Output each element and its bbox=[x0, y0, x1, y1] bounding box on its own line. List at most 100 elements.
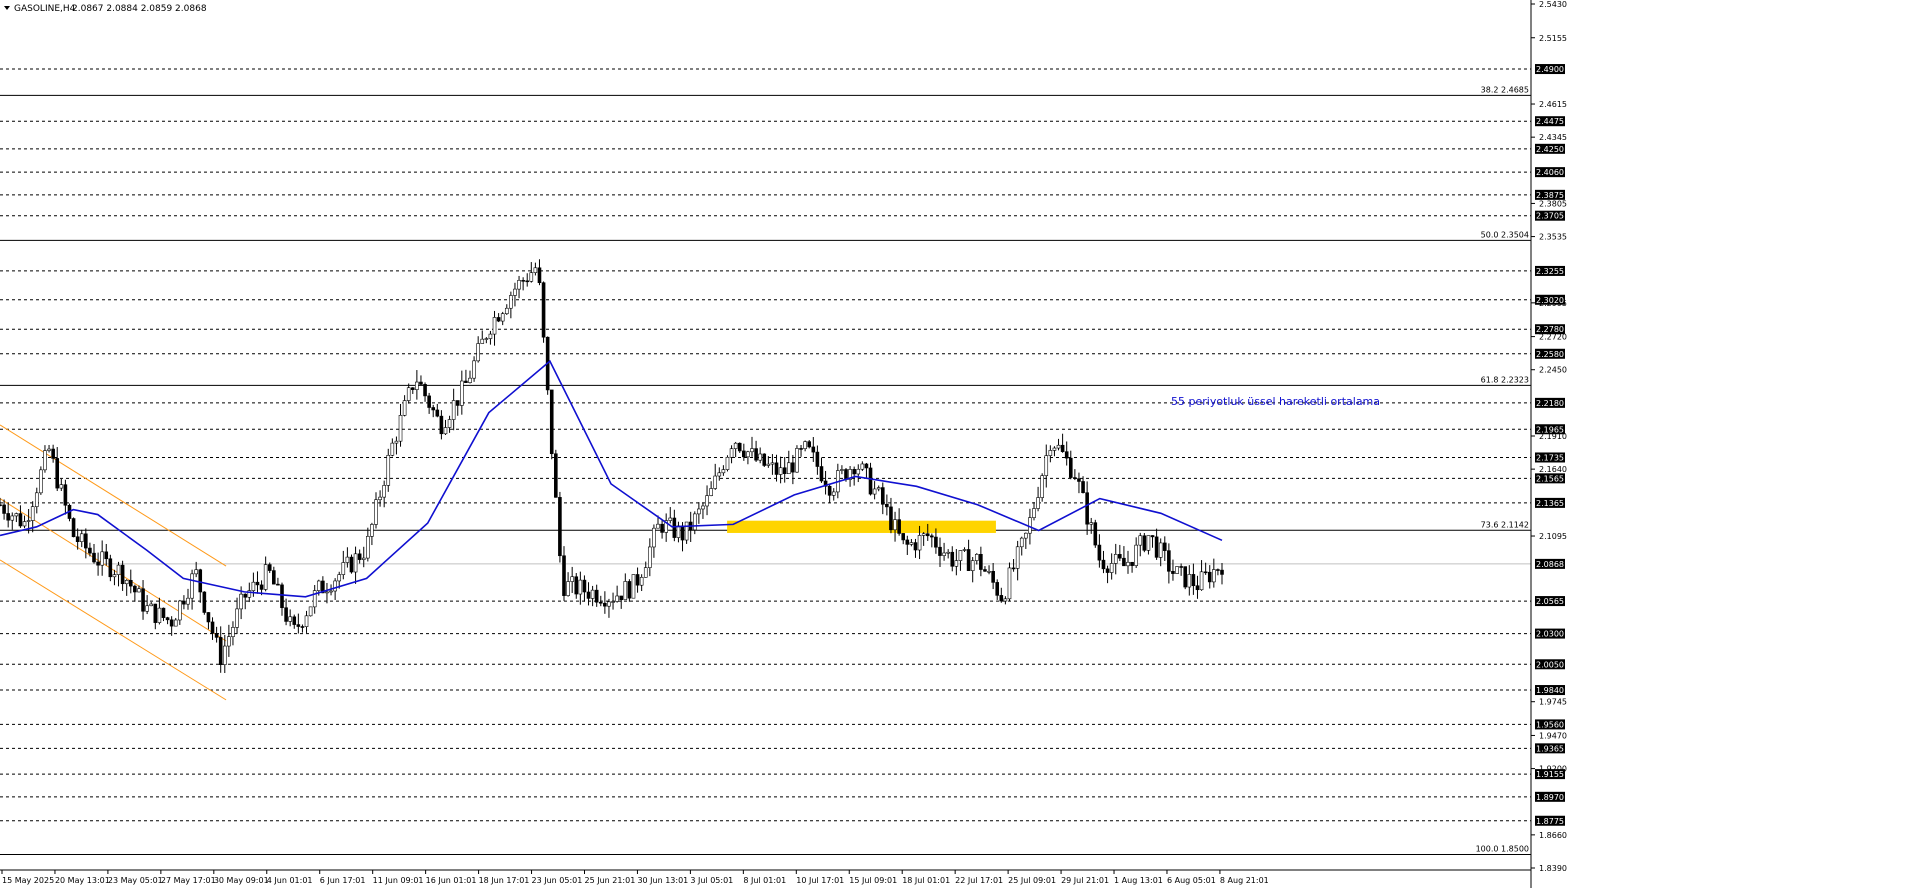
candle-body bbox=[2, 504, 6, 514]
candle-body bbox=[562, 555, 566, 596]
candle-body bbox=[1207, 571, 1212, 583]
candle-body bbox=[509, 295, 513, 309]
candle-body bbox=[1195, 585, 1200, 591]
candle-body bbox=[1183, 566, 1188, 588]
candle-body bbox=[733, 442, 738, 449]
candle-body bbox=[431, 407, 436, 411]
candle-body bbox=[615, 595, 619, 602]
candle-body bbox=[844, 469, 848, 480]
candle-body bbox=[398, 415, 403, 442]
time-tick-label: 20 May 13:01 bbox=[55, 876, 110, 885]
candle-body bbox=[496, 317, 501, 322]
candle-body bbox=[737, 442, 742, 452]
candle-body bbox=[92, 552, 96, 563]
candle-body bbox=[296, 624, 301, 627]
support-zone bbox=[727, 520, 996, 533]
candle-body bbox=[133, 585, 137, 593]
candle-body bbox=[864, 463, 869, 469]
price-label-text: 2.4900 bbox=[1536, 65, 1564, 74]
candle-body bbox=[1085, 492, 1089, 525]
candle-body bbox=[876, 487, 881, 490]
candle-body bbox=[676, 525, 681, 538]
candle-body bbox=[349, 556, 354, 573]
candle-body bbox=[582, 579, 587, 593]
candle-body bbox=[558, 497, 562, 557]
price-tick-label: 2.1095 bbox=[1539, 532, 1567, 541]
price-label-text: 1.9840 bbox=[1536, 686, 1564, 695]
price-chart[interactable]: 38.2 2.4685 50.0 2.3504 61.8 2.2323 73.6 2.… bbox=[0, 0, 1916, 888]
candle-body bbox=[1199, 571, 1204, 591]
candle-body bbox=[868, 467, 873, 495]
candle-body bbox=[169, 619, 174, 627]
chart-background bbox=[0, 0, 1916, 888]
candle-body bbox=[746, 451, 750, 458]
candle-body bbox=[218, 637, 223, 665]
price-label-text: 1.8970 bbox=[1536, 793, 1564, 802]
candle-body bbox=[329, 590, 333, 593]
candle-body bbox=[382, 485, 386, 498]
candle-body bbox=[791, 462, 795, 473]
price-label-text: 2.0868 bbox=[1536, 560, 1564, 569]
candle-body bbox=[921, 533, 926, 536]
candle-body bbox=[1134, 544, 1138, 566]
candle-body bbox=[774, 462, 779, 475]
candle-body bbox=[1003, 598, 1008, 602]
candle-body bbox=[897, 519, 901, 534]
candle-body bbox=[1056, 444, 1061, 449]
price-tick-label: 2.5155 bbox=[1539, 34, 1567, 43]
price-label-text: 2.0300 bbox=[1536, 630, 1564, 639]
candle-body bbox=[18, 513, 23, 527]
candle-body bbox=[639, 577, 644, 586]
candle-body bbox=[104, 551, 109, 560]
candle-body bbox=[909, 542, 914, 545]
candle-body bbox=[807, 441, 812, 448]
candle-body bbox=[0, 504, 2, 507]
candle-body bbox=[987, 570, 991, 573]
price-label-text: 1.9560 bbox=[1536, 720, 1564, 729]
candle-body bbox=[786, 462, 791, 475]
candle-body bbox=[705, 495, 709, 507]
time-tick-label: 23 Jun 05:01 bbox=[532, 876, 583, 885]
candle-body bbox=[1052, 447, 1057, 451]
candle-body bbox=[341, 562, 346, 575]
candle-body bbox=[276, 583, 280, 586]
candle-body bbox=[889, 506, 893, 531]
candle-body bbox=[500, 313, 505, 322]
candle-body bbox=[1064, 451, 1069, 459]
candle-body bbox=[214, 633, 219, 638]
chart-root[interactable]: 38.2 2.4685 50.0 2.3504 61.8 2.2323 73.6 2.… bbox=[0, 0, 1916, 888]
price-tick-label: 2.1640 bbox=[1539, 465, 1567, 474]
candle-body bbox=[950, 551, 955, 567]
time-tick-label: 6 Aug 05:01 bbox=[1167, 876, 1216, 885]
candle-body bbox=[594, 589, 599, 603]
candle-body bbox=[811, 446, 816, 453]
candle-body bbox=[815, 451, 820, 467]
candle-body bbox=[14, 513, 19, 517]
candle-body bbox=[668, 517, 673, 521]
candle-body bbox=[521, 280, 525, 282]
candle-body bbox=[259, 584, 264, 590]
candle-body bbox=[819, 466, 824, 482]
candle-body bbox=[468, 377, 472, 383]
candle-body bbox=[39, 469, 43, 494]
candle-body bbox=[570, 576, 574, 582]
candle-body bbox=[729, 448, 734, 458]
candle-body bbox=[443, 427, 448, 435]
candle-body bbox=[222, 645, 227, 665]
candle-body bbox=[979, 553, 983, 570]
candle-body bbox=[872, 488, 877, 495]
candle-body bbox=[55, 458, 60, 489]
candle-body bbox=[725, 456, 730, 470]
fib-level-label: 50.0 2.3504 bbox=[1481, 230, 1529, 239]
candle-body bbox=[153, 603, 158, 623]
candle-body bbox=[1048, 450, 1053, 456]
candle-body bbox=[427, 395, 431, 408]
candle-body bbox=[1179, 566, 1183, 568]
candle-body bbox=[337, 574, 342, 582]
candle-body bbox=[1015, 546, 1020, 569]
price-tick-label: 1.9745 bbox=[1539, 698, 1567, 707]
candle-body bbox=[590, 589, 595, 599]
price-label-text: 2.0050 bbox=[1536, 660, 1564, 669]
candle-body bbox=[304, 615, 309, 627]
time-tick-label: 6 Jun 17:01 bbox=[320, 876, 366, 885]
